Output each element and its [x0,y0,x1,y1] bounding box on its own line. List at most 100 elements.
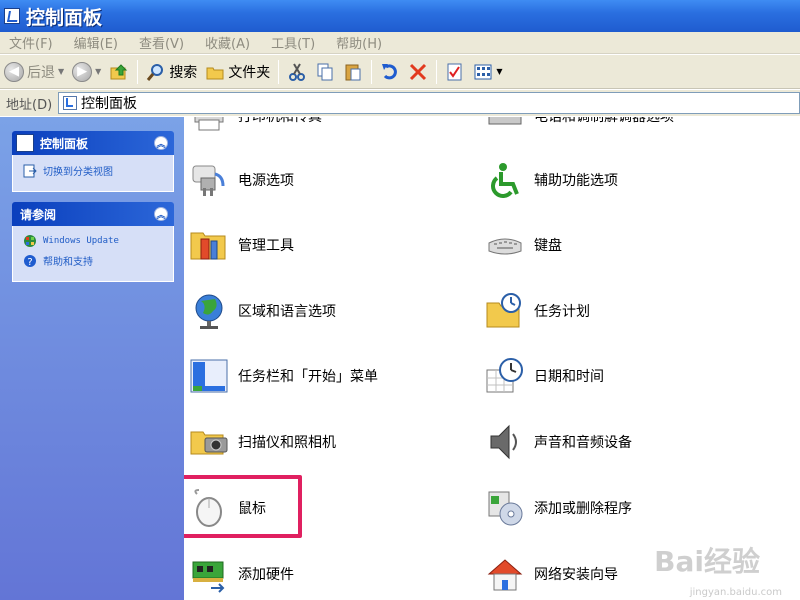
regional-language-options-item[interactable]: 区域和语言选项 [188,290,336,332]
back-dropdown-icon[interactable]: ▼ [58,67,64,76]
add-remove-programs-icon [484,487,526,529]
item-label: 区域和语言选项 [238,304,336,320]
switch-view-icon [23,164,37,178]
item-label: 打印机和传真 [238,117,322,125]
menu-tools[interactable]: 工具(T) [271,33,315,52]
control-panel-group-header[interactable]: 控制面板 ︽ [12,131,174,155]
forward-arrow-icon: ▶ [72,61,93,82]
power-options-item[interactable]: 电源选项 [188,159,294,201]
collapse-chevron-icon[interactable]: ︽ [154,207,168,221]
item-label: 键盘 [534,238,562,254]
delete-button[interactable] [404,58,432,86]
globe-icon [188,290,230,332]
add-hardware-item[interactable]: 添加硬件 [188,553,294,595]
menu-help[interactable]: 帮助(H) [336,33,382,52]
see-also-group-body: Windows Update ? 帮助和支持 [12,226,174,282]
keyboard-icon [484,224,526,266]
collapse-chevron-icon[interactable]: ︽ [154,136,168,150]
views-grid-icon [473,62,493,82]
administrative-tools-item[interactable]: 管理工具 [188,224,294,266]
folders-label: 文件夹 [228,64,271,81]
scheduled-tasks-item[interactable]: 任务计划 [484,290,590,332]
copy-icon [315,62,335,82]
menu-file[interactable]: 文件(F) [9,33,53,52]
watermark-url: jingyan.baidu.com [689,587,782,598]
help-and-support-label: 帮助和支持 [43,257,93,268]
item-label: 任务计划 [534,304,590,320]
address-input[interactable]: 控制面板 [58,92,800,114]
item-label: 辅助功能选项 [534,173,618,189]
menu-favorites[interactable]: 收藏(A) [205,33,250,52]
cut-button[interactable] [283,58,311,86]
item-label: 管理工具 [238,238,294,254]
properties-icon [445,62,465,82]
back-label: 后退 [27,64,55,81]
toolbar-separator [137,59,139,84]
help-and-support-link[interactable]: ? 帮助和支持 [23,253,165,268]
item-label: 电话和调制解调器选项 [534,117,674,125]
up-folder-icon [109,62,129,82]
toolbar-separator [278,59,280,84]
admin-tools-icon [188,224,230,266]
printers-and-faxes-item[interactable]: 打印机和传真 [188,117,322,137]
scanners-and-cameras-item[interactable]: 扫描仪和照相机 [188,421,336,463]
search-button[interactable]: 搜索 [142,58,201,86]
control-panel-group: 控制面板 ︽ 切换到分类视图 [12,131,174,192]
copy-button[interactable] [311,58,339,86]
item-label: 鼠标 [238,501,266,517]
undo-icon [380,62,400,82]
menu-view[interactable]: 查看(V) [139,33,184,52]
back-button[interactable]: ◀ 后退 ▼ [0,58,68,86]
switch-view-label: 切换到分类视图 [43,167,113,178]
phone-and-modem-item[interactable]: 电话和调制解调器选项 [484,117,674,137]
item-label: 添加硬件 [238,567,294,583]
toolbar: ◀ 后退 ▼ ▶ ▼ 搜索 文件夹 ▼ [0,55,800,89]
search-icon [146,62,166,82]
network-house-icon [484,553,526,595]
see-also-group-header[interactable]: 请参阅 ︽ [12,202,174,226]
toolbar-separator [436,59,438,84]
scheduled-tasks-icon [484,290,526,332]
control-panel-group-body: 切换到分类视图 [12,155,174,192]
control-panel-icon [4,8,20,24]
mouse-icon [188,487,230,529]
date-and-time-item[interactable]: 日期和时间 [484,355,604,397]
scissors-icon [287,62,307,82]
switch-to-category-view-link[interactable]: 切换到分类视图 [23,163,165,178]
views-button[interactable]: ▼ [469,58,506,86]
phone-modem-icon [484,117,526,137]
menu-edit[interactable]: 编辑(E) [74,33,118,52]
paste-button[interactable] [339,58,367,86]
forward-button[interactable]: ▶ ▼ [68,58,105,86]
speaker-icon [484,421,526,463]
windows-update-label: Windows Update [43,236,119,246]
search-label: 搜索 [169,64,198,81]
forward-dropdown-icon[interactable]: ▼ [95,67,101,76]
keyboard-item[interactable]: 键盘 [484,224,562,266]
watermark-logo: Bai经验 [654,545,760,578]
network-setup-wizard-item[interactable]: 网络安装向导 [484,553,618,595]
taskbar-start-menu-item[interactable]: 任务栏和「开始」菜单 [188,355,378,397]
item-label: 日期和时间 [534,369,604,385]
windows-update-link[interactable]: Windows Update [23,234,165,248]
views-dropdown-icon[interactable]: ▼ [496,67,502,76]
mouse-item[interactable]: 鼠标 [188,487,266,529]
delete-x-icon [408,62,428,82]
printer-icon [188,117,230,137]
add-remove-programs-item[interactable]: 添加或删除程序 [484,487,632,529]
add-hardware-icon [188,553,230,595]
paste-icon [343,62,363,82]
back-arrow-icon: ◀ [4,61,24,82]
see-also-group: 请参阅 ︽ Windows Update ? 帮助和支持 [12,202,174,282]
accessibility-icon [484,159,526,201]
undo-button[interactable] [376,58,404,86]
help-icon: ? [23,254,37,268]
folders-button[interactable]: 文件夹 [201,58,274,86]
svg-text:?: ? [27,257,32,268]
item-label: 任务栏和「开始」菜单 [238,369,378,385]
calendar-clock-icon [484,355,526,397]
up-folder-button[interactable] [105,58,133,86]
sounds-audio-devices-item[interactable]: 声音和音频设备 [484,421,632,463]
accessibility-options-item[interactable]: 辅助功能选项 [484,159,618,201]
properties-button[interactable] [441,58,469,86]
